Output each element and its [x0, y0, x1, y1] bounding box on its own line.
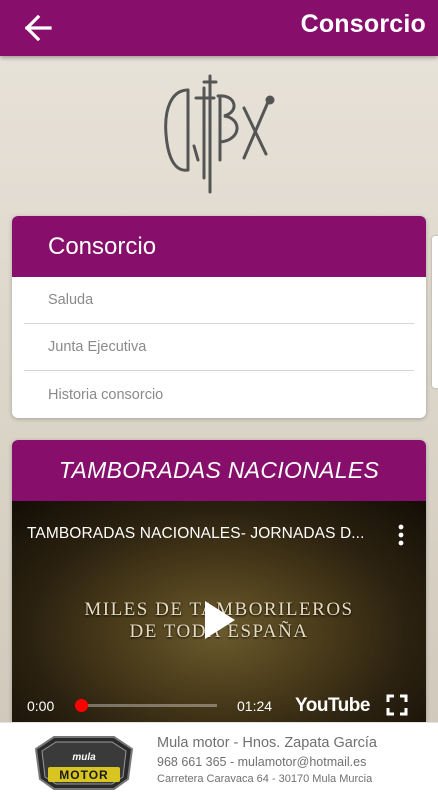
sponsor-name: Mula motor - Hnos. Zapata García: [157, 735, 377, 751]
tamboradas-video-card: TAMBORADAS NACIONALES TAMBORADAS NACIONA…: [12, 440, 426, 740]
menu-item-junta-ejecutiva[interactable]: Junta Ejecutiva: [24, 324, 414, 371]
video-card-title: TAMBORADAS NACIONALES: [12, 440, 426, 501]
scrollbar-thumb[interactable]: [432, 236, 438, 388]
video-duration: 01:24: [237, 698, 273, 714]
arrow-left-icon: [24, 15, 52, 41]
video-title[interactable]: TAMBORADAS NACIONALES- JORNADAS D...: [27, 525, 364, 543]
back-button[interactable]: [18, 8, 58, 48]
sponsor-address: Carretera Caravaca 64 - 30170 Mula Murci…: [157, 773, 373, 785]
consorcio-menu-card: Consorcio Saluda Junta Ejecutiva Histori…: [12, 216, 426, 418]
app-bar: Consorcio: [0, 0, 438, 56]
menu-item-saluda[interactable]: Saluda: [24, 277, 414, 324]
progress-bar[interactable]: [75, 699, 217, 712]
sponsor-logo-main: MOTOR: [59, 768, 108, 782]
menu-item-historia-consorcio[interactable]: Historia consorcio: [24, 371, 414, 418]
mula-motor-logo: mula MOTOR: [34, 736, 134, 790]
play-icon[interactable]: [203, 599, 237, 641]
sponsor-contact: 968 661 365 - mulamotor@hotmail.es: [157, 755, 367, 769]
sponsor-banner[interactable]: mula MOTOR Mula motor - Hnos. Zapata Gar…: [0, 722, 438, 800]
ctbx-logo: [164, 74, 275, 194]
current-time: 0:00: [27, 698, 55, 714]
more-vert-icon[interactable]: [394, 523, 408, 547]
progress-handle[interactable]: [75, 699, 88, 712]
consorcio-card-title: Consorcio: [12, 216, 426, 277]
youtube-logo[interactable]: YouTube: [295, 695, 370, 717]
sponsor-logo-top: mula: [72, 752, 96, 763]
video-player[interactable]: TAMBORADAS NACIONALES- JORNADAS D... MIL…: [12, 501, 426, 740]
fullscreen-icon[interactable]: [386, 694, 408, 716]
page-title: Consorcio: [300, 10, 426, 38]
